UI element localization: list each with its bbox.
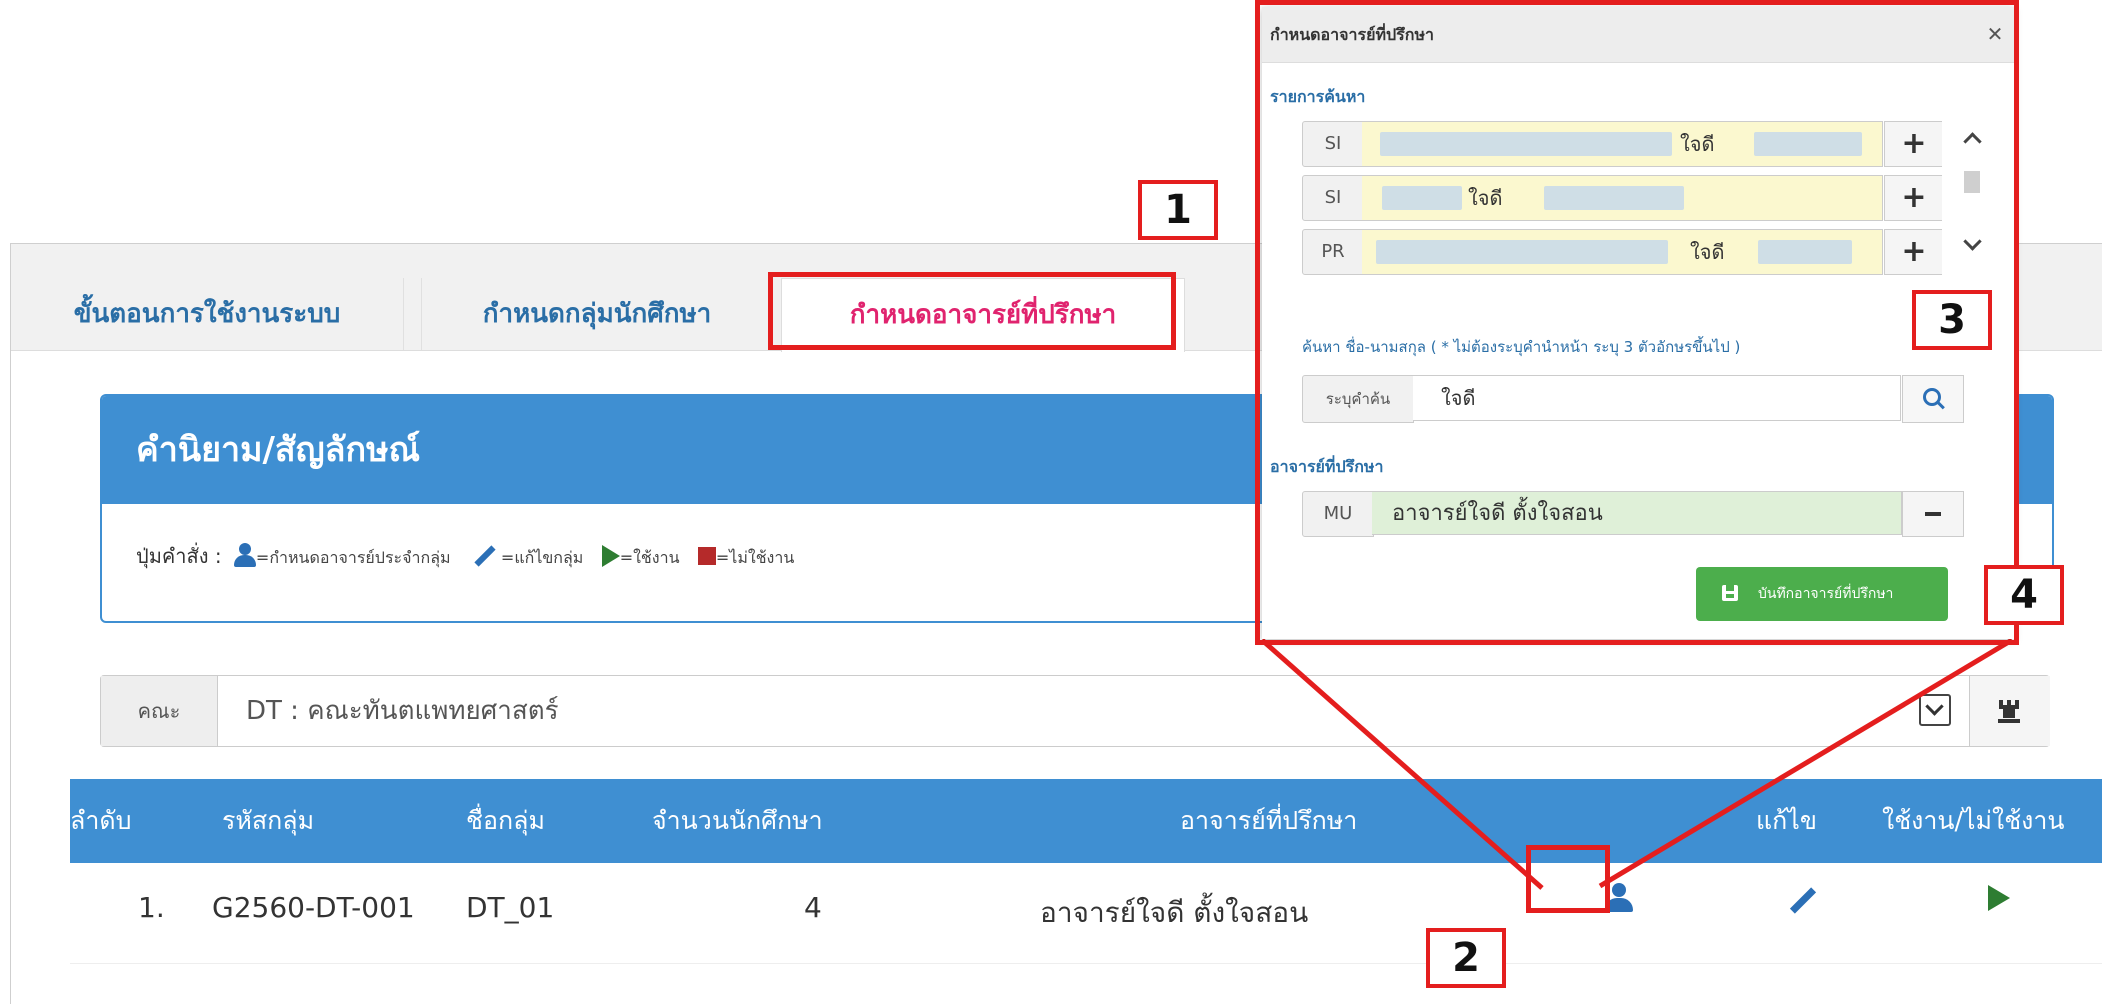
highlight-tab (768, 272, 1176, 350)
callout-4: 4 (1984, 565, 2064, 625)
highlight-row-icon (1526, 845, 1610, 913)
callout-3: 3 (1912, 290, 1992, 350)
callout-1: 1 (1138, 180, 1218, 240)
highlight-modal (1255, 0, 2019, 645)
callout-2: 2 (1426, 928, 1506, 988)
